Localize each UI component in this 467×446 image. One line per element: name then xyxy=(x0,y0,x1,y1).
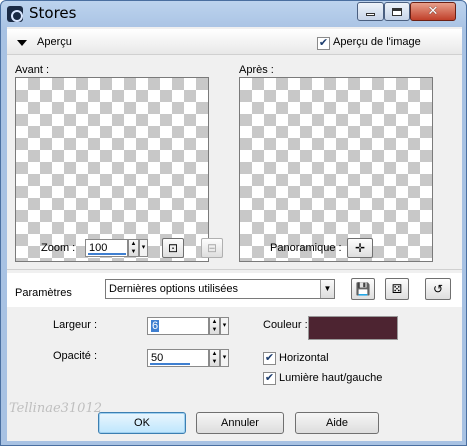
opacity-spinner[interactable]: ▲ ▼ xyxy=(209,349,220,367)
maximize-button[interactable] xyxy=(384,2,410,21)
presets-bar: Paramètres Dernières options utilisées ▼… xyxy=(7,273,462,307)
help-button[interactable]: Aide xyxy=(295,412,379,434)
zoom-dropdown[interactable]: ▾ xyxy=(139,239,148,257)
watermark: Tellinae31012 xyxy=(9,401,102,416)
after-preview-canvas[interactable] xyxy=(239,77,433,262)
width-spinner[interactable]: ▲ ▼ xyxy=(209,317,220,335)
save-preset-button[interactable]: 💾 xyxy=(351,278,375,300)
actual-size-icon: ⊟ xyxy=(206,241,218,255)
ok-button[interactable]: OK xyxy=(98,412,186,434)
dice-icon: ⚄ xyxy=(391,282,403,296)
zoom-actual-size-button[interactable]: ⊟ xyxy=(201,238,223,258)
preview-header: Aperçu ✔ Aperçu de l'image xyxy=(7,29,462,55)
divider xyxy=(7,269,462,270)
save-icon: 💾 xyxy=(355,282,371,296)
title-bar[interactable]: Stores ✕ xyxy=(1,1,466,27)
pan-label: Panoramique : xyxy=(270,242,342,254)
preview-checkbox-label[interactable]: Aperçu de l'image xyxy=(333,36,421,48)
reset-icon: ↺ xyxy=(432,282,444,296)
close-button[interactable]: ✕ xyxy=(410,2,456,21)
horizontal-label[interactable]: Horizontal xyxy=(279,352,329,364)
zoom-spinner[interactable]: ▲ ▼ xyxy=(128,239,139,257)
collapse-triangle-icon[interactable] xyxy=(17,40,27,46)
presets-select[interactable]: Dernières options utilisées ▼ xyxy=(105,279,335,299)
zoom-fit-button[interactable]: ⊡ xyxy=(162,238,184,258)
random-button[interactable]: ⚄ xyxy=(385,278,409,300)
after-label: Après : xyxy=(239,64,274,76)
chevron-down-icon[interactable]: ▼ xyxy=(320,280,334,298)
before-label: Avant : xyxy=(15,64,50,76)
preview-section-title: Aperçu xyxy=(37,36,72,48)
fit-view-icon: ⊡ xyxy=(167,241,179,255)
opacity-label: Opacité : xyxy=(53,350,98,362)
reset-button[interactable]: ↺ xyxy=(425,278,451,300)
move-icon: ✛ xyxy=(354,241,366,255)
window-title: Stores xyxy=(29,4,77,22)
preview-checkbox[interactable]: ✔ xyxy=(317,37,330,50)
dialog-window: Stores ✕ Aperçu ✔ Aperçu de l'image Avan… xyxy=(0,0,467,446)
camera-icon xyxy=(7,6,23,22)
presets-label: Paramètres xyxy=(15,287,72,299)
minimize-button[interactable] xyxy=(357,2,384,21)
horizontal-checkbox[interactable]: ✔ xyxy=(263,352,276,365)
opacity-slider-bar[interactable] xyxy=(150,363,190,365)
minimize-icon xyxy=(366,13,375,16)
width-dropdown[interactable]: ▾ xyxy=(220,317,229,335)
maximize-icon xyxy=(392,7,402,16)
color-label: Couleur : xyxy=(263,319,308,331)
opacity-input[interactable]: 50 xyxy=(147,349,209,367)
opacity-dropdown[interactable]: ▾ xyxy=(220,349,229,367)
before-preview-canvas[interactable] xyxy=(15,77,209,262)
dialog-body: Aperçu ✔ Aperçu de l'image Avant : Après… xyxy=(7,27,462,441)
width-input[interactable]: 6 xyxy=(147,317,209,335)
pan-button[interactable]: ✛ xyxy=(347,238,373,258)
presets-selected-value: Dernières options utilisées xyxy=(109,283,239,295)
light-top-left-checkbox[interactable]: ✔ xyxy=(263,372,276,385)
zoom-label: Zoom : xyxy=(41,242,76,254)
cancel-button[interactable]: Annuler xyxy=(196,412,284,434)
width-value: 6 xyxy=(151,320,160,332)
width-label: Largeur : xyxy=(53,319,98,331)
close-icon: ✕ xyxy=(427,4,439,19)
zoom-slider-bar[interactable] xyxy=(88,253,126,255)
color-swatch[interactable] xyxy=(308,316,398,340)
light-top-left-label[interactable]: Lumière haut/gauche xyxy=(279,372,382,384)
zoom-input[interactable]: 100 xyxy=(85,239,128,257)
